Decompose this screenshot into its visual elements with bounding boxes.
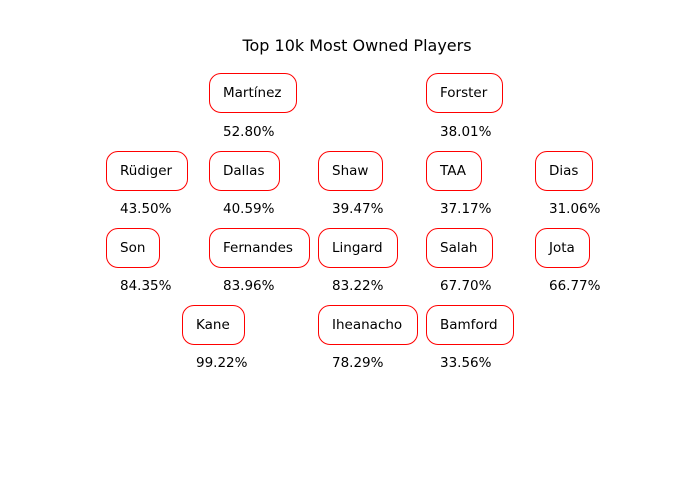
- player-name: Son: [120, 240, 146, 256]
- player-name: Rüdiger: [120, 163, 173, 179]
- player-ownership: 39.47%: [332, 201, 384, 217]
- player-ownership: 66.77%: [549, 278, 601, 294]
- player-ownership: 38.01%: [440, 124, 492, 140]
- player-name: Lingard: [332, 240, 383, 256]
- player-ownership: 37.17%: [440, 201, 492, 217]
- player-node-kane[interactable]: Kane: [182, 305, 245, 345]
- player-ownership: 99.22%: [196, 355, 248, 371]
- player-ownership: 83.22%: [332, 278, 384, 294]
- player-name: Dias: [549, 163, 579, 179]
- player-name: Jota: [549, 240, 575, 256]
- player-node-dias[interactable]: Dias: [535, 151, 593, 191]
- player-ownership: 78.29%: [332, 355, 384, 371]
- player-name: Shaw: [332, 163, 369, 179]
- player-node-taa[interactable]: TAA: [426, 151, 482, 191]
- player-node-rudiger[interactable]: Rüdiger: [106, 151, 188, 191]
- player-ownership: 31.06%: [549, 201, 601, 217]
- player-name: TAA: [440, 163, 467, 179]
- player-ownership: 43.50%: [120, 201, 172, 217]
- player-node-forster[interactable]: Forster: [426, 73, 503, 113]
- player-ownership: 67.70%: [440, 278, 492, 294]
- player-ownership: 52.80%: [223, 124, 275, 140]
- player-node-jota[interactable]: Jota: [535, 228, 590, 268]
- player-name: Iheanacho: [332, 317, 403, 333]
- player-ownership: 40.59%: [223, 201, 275, 217]
- player-node-dallas[interactable]: Dallas: [209, 151, 280, 191]
- player-ownership: 33.56%: [440, 355, 492, 371]
- player-ownership: 83.96%: [223, 278, 275, 294]
- player-name: Kane: [196, 317, 230, 333]
- player-node-shaw[interactable]: Shaw: [318, 151, 383, 191]
- diagram-title: Top 10k Most Owned Players: [242, 36, 472, 55]
- player-name: Salah: [440, 240, 478, 256]
- player-node-lingard[interactable]: Lingard: [318, 228, 398, 268]
- player-name: Fernandes: [223, 240, 293, 256]
- player-name: Martínez: [223, 85, 282, 101]
- player-ownership: 84.35%: [120, 278, 172, 294]
- player-name: Bamford: [440, 317, 498, 333]
- player-node-bamford[interactable]: Bamford: [426, 305, 514, 345]
- player-name: Forster: [440, 85, 488, 101]
- player-node-son[interactable]: Son: [106, 228, 160, 268]
- player-node-fernandes[interactable]: Fernandes: [209, 228, 310, 268]
- player-node-salah[interactable]: Salah: [426, 228, 493, 268]
- player-node-martinez[interactable]: Martínez: [209, 73, 297, 113]
- player-name: Dallas: [223, 163, 265, 179]
- player-node-iheanacho[interactable]: Iheanacho: [318, 305, 418, 345]
